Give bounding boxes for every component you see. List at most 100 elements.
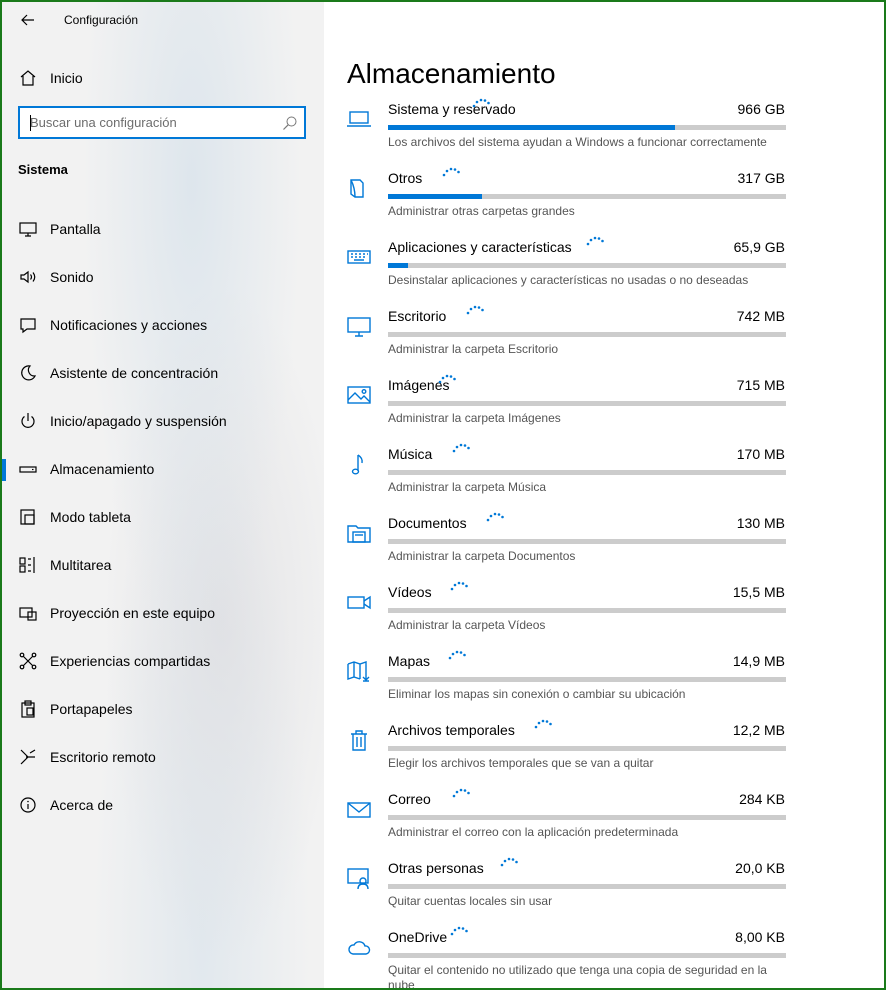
- sidebar-item-label: Pantalla: [50, 221, 101, 237]
- loading-spinner-icon: [500, 856, 520, 868]
- category-size: 8,00 KB: [735, 929, 785, 945]
- home-icon: [18, 68, 38, 88]
- usage-bar: [388, 470, 786, 475]
- category-name: Vídeos: [388, 584, 432, 600]
- category-size: 317 GB: [737, 170, 785, 186]
- back-button[interactable]: [14, 8, 42, 32]
- projection-icon: [18, 603, 38, 623]
- loading-spinner-icon: [452, 787, 472, 799]
- speaker-icon: [18, 267, 38, 287]
- category-name: Otras personas: [388, 860, 484, 876]
- category-size: 15,5 MB: [732, 584, 785, 600]
- sidebar-item-notificaciones-y-acciones[interactable]: Notificaciones y acciones: [2, 301, 324, 349]
- page-title: Almacenamiento: [347, 58, 556, 89]
- loading-spinner-icon: [450, 925, 470, 937]
- category-description: Administrar la carpeta Documentos: [388, 549, 576, 563]
- sidebar-item-inicio-apagado-y-suspension[interactable]: Inicio/apagado y suspensión: [2, 397, 324, 445]
- sidebar-item-almacenamiento[interactable]: Almacenamiento: [2, 445, 324, 493]
- sidebar-item-label: Proyección en este equipo: [50, 605, 215, 621]
- storage-category-row[interactable]: Imágenes 715 MB Administrar la carpeta Imá…: [324, 371, 884, 440]
- search-input[interactable]: [20, 108, 270, 137]
- map-icon: [346, 659, 372, 683]
- section-title: Sistema: [18, 162, 68, 177]
- sidebar-item-modo-tableta[interactable]: Modo tableta: [2, 493, 324, 541]
- sidebar-item-acerca-de[interactable]: Acerca de: [2, 781, 324, 829]
- category-size: 170 MB: [736, 446, 785, 462]
- category-description: Administrar la carpeta Música: [388, 480, 547, 494]
- nav-home-label: Inicio: [50, 70, 83, 86]
- sidebar-item-multitarea[interactable]: Multitarea: [2, 541, 324, 589]
- title-bar: Configuración: [2, 2, 324, 38]
- category-description: Elegir los archivos temporales que se va…: [388, 756, 654, 770]
- category-name: Mapas: [388, 653, 431, 669]
- usage-bar-fill: [388, 263, 408, 268]
- loading-spinner-icon: [466, 304, 486, 316]
- usage-bar: [388, 677, 786, 682]
- sidebar-item-asistente-de-concentracion[interactable]: Asistente de concentración: [2, 349, 324, 397]
- loading-spinner-icon: [442, 166, 462, 178]
- sidebar-item-portapapeles[interactable]: Portapapeles: [2, 685, 324, 733]
- category-size: 14,9 MB: [732, 653, 785, 669]
- storage-drive-icon: [18, 459, 38, 479]
- usage-bar: [388, 746, 786, 751]
- remote-desktop-icon: [18, 747, 38, 767]
- category-size: 20,0 KB: [735, 860, 785, 876]
- sidebar-item-label: Multitarea: [50, 557, 112, 573]
- storage-category-row[interactable]: Correo 284 KB Administrar el correo con la…: [324, 785, 884, 854]
- storage-category-row[interactable]: Escritorio 742 MB Administrar la carpeta E…: [324, 302, 884, 371]
- category-name: Archivos temporales: [388, 722, 515, 738]
- category-description: Quitar cuentas locales sin usar: [388, 894, 553, 908]
- storage-category-row[interactable]: Aplicaciones y características 65,9 GB Des…: [324, 233, 884, 302]
- back-arrow-icon: [21, 14, 34, 26]
- category-description: Administrar otras carpetas grandes: [388, 204, 575, 218]
- sidebar-item-experiencias-compartidas[interactable]: Experiencias compartidas: [2, 637, 324, 685]
- nav-home[interactable]: Inicio: [2, 62, 324, 94]
- storage-category-row[interactable]: Mapas 14,9 MB Eliminar los mapas sin conex…: [324, 647, 884, 716]
- selection-indicator: [2, 459, 6, 481]
- storage-category-row[interactable]: Sistema y reservado 966 GB Los archivos de…: [324, 95, 884, 164]
- category-size: 284 KB: [739, 791, 785, 807]
- usage-bar: [388, 539, 786, 544]
- shared-experiences-icon: [18, 651, 38, 671]
- storage-category-row[interactable]: OneDrive 8,00 KB Quitar el contenido no ut…: [324, 923, 884, 988]
- storage-category-row[interactable]: Música 170 MB Administrar la carpeta Músic…: [324, 440, 884, 509]
- trash-icon: [346, 728, 372, 752]
- sidebar-item-label: Sonido: [50, 269, 94, 285]
- sidebar-item-escritorio-remoto[interactable]: Escritorio remoto: [2, 733, 324, 781]
- loading-spinner-icon: [450, 580, 470, 592]
- usage-bar: [388, 263, 786, 268]
- storage-category-row[interactable]: Archivos temporales 12,2 MB Elegir los arc…: [324, 716, 884, 785]
- category-name: Correo: [388, 791, 431, 807]
- sidebar-item-proyeccion-en-este-equipo[interactable]: Proyección en este equipo: [2, 589, 324, 637]
- usage-bar: [388, 332, 786, 337]
- storage-items-list: Sistema y reservado 966 GB Los archivos de…: [324, 95, 884, 988]
- cloud-icon: [346, 935, 372, 959]
- sidebar-item-sonido[interactable]: Sonido: [2, 253, 324, 301]
- sidebar-item-label: Experiencias compartidas: [50, 653, 211, 669]
- text-caret: [30, 115, 31, 131]
- usage-bar: [388, 953, 786, 958]
- sidebar: Configuración Inicio Sistema Pantalla Son…: [2, 2, 324, 988]
- video-camera-icon: [346, 590, 372, 614]
- usage-bar-fill: [388, 194, 482, 199]
- search-icon[interactable]: [282, 115, 298, 131]
- category-name: Sistema y reservado: [388, 101, 516, 117]
- notification-icon: [18, 315, 38, 335]
- category-size: 966 GB: [737, 101, 785, 117]
- storage-category-row[interactable]: Documentos 130 MB Administrar la carpeta D…: [324, 509, 884, 578]
- category-size: 12,2 MB: [732, 722, 785, 738]
- sidebar-item-label: Escritorio remoto: [50, 749, 156, 765]
- sidebar-item-pantalla[interactable]: Pantalla: [2, 205, 324, 253]
- loading-spinner-icon: [534, 718, 554, 730]
- tablet-icon: [18, 507, 38, 527]
- loading-spinner-icon: [448, 649, 468, 661]
- storage-category-row[interactable]: Otros 317 GB Administrar otras carpetas gr…: [324, 164, 884, 233]
- storage-category-row[interactable]: Otras personas 20,0 KB Quitar cuentas loca…: [324, 854, 884, 923]
- loading-spinner-icon: [438, 373, 458, 385]
- search-box[interactable]: [18, 106, 306, 139]
- power-icon: [18, 411, 38, 431]
- settings-window: Configuración Inicio Sistema Pantalla Son…: [0, 0, 886, 990]
- other-people-icon: [346, 866, 372, 890]
- storage-category-row[interactable]: Vídeos 15,5 MB Administrar la carpeta Víde…: [324, 578, 884, 647]
- category-description: Administrar la carpeta Imágenes: [388, 411, 561, 425]
